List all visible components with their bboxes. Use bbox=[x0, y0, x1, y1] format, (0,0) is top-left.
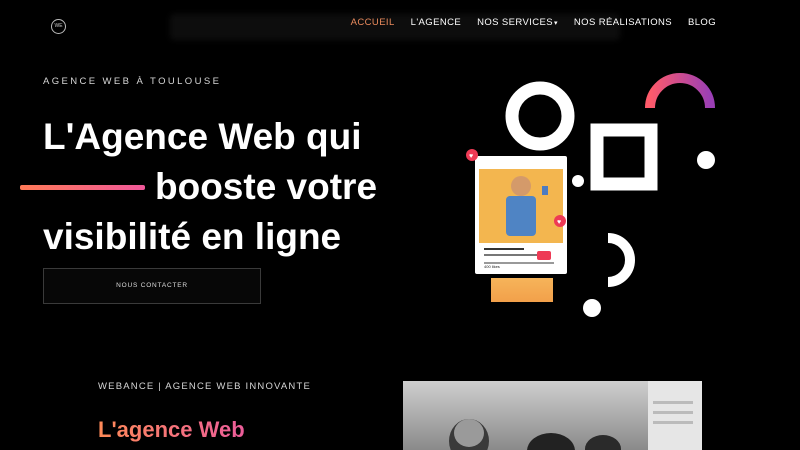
heart-icon bbox=[537, 251, 551, 260]
svg-text:♥: ♥ bbox=[557, 219, 561, 226]
section-kicker: WEBANCE | AGENCE WEB INNOVANTE bbox=[98, 381, 312, 392]
dot-shape bbox=[583, 299, 601, 317]
main-menu: ACCUEIL L'AGENCE NOS SERVICES▾ NOS RÉALI… bbox=[351, 17, 716, 28]
hero-illustration: 400 likes ♥ ♥ bbox=[466, 73, 715, 317]
ring-shape bbox=[505, 81, 575, 151]
half-ring-shape bbox=[607, 233, 635, 287]
team-photo bbox=[403, 381, 702, 450]
hero-title-line3: visibilité en ligne bbox=[43, 216, 342, 257]
top-navigation: WE ACCUEIL L'AGENCE NOS SERVICES▾ NOS RÉ… bbox=[0, 0, 800, 46]
post-likes-text: 400 likes bbox=[484, 264, 500, 269]
svg-text:♥: ♥ bbox=[469, 153, 473, 160]
instagram-post-card bbox=[475, 156, 567, 274]
hero-title-line2: booste votre bbox=[155, 166, 378, 207]
section-title: L'agence Web bbox=[98, 417, 245, 442]
heart-icon: ♥ bbox=[466, 149, 478, 161]
nav-item-blog[interactable]: BLOG bbox=[688, 17, 716, 28]
nav-item-services-label: NOS SERVICES bbox=[477, 17, 553, 28]
square-shape bbox=[590, 123, 658, 191]
team-photo-image bbox=[449, 381, 702, 450]
hero-title: L'Agence Web qui booste votre visibilité… bbox=[43, 112, 377, 262]
nav-item-realisations[interactable]: NOS RÉALISATIONS bbox=[574, 17, 672, 28]
contact-button[interactable]: NOUS CONTACTER bbox=[43, 268, 261, 304]
heart-icon: ♥ bbox=[554, 215, 566, 227]
nav-item-accueil[interactable]: ACCUEIL bbox=[351, 17, 395, 28]
nav-item-services[interactable]: NOS SERVICES▾ bbox=[477, 17, 558, 28]
hero-kicker: AGENCE WEB À TOULOUSE bbox=[43, 76, 222, 87]
chevron-down-icon: ▾ bbox=[553, 20, 558, 27]
logo[interactable]: WE bbox=[51, 19, 66, 34]
chat-icon bbox=[572, 175, 584, 187]
dot-shape bbox=[697, 151, 715, 169]
orange-block bbox=[491, 278, 553, 302]
arc-shape bbox=[645, 73, 715, 109]
nav-item-agence[interactable]: L'AGENCE bbox=[411, 17, 461, 28]
hero-title-line1: L'Agence Web qui bbox=[43, 116, 362, 157]
